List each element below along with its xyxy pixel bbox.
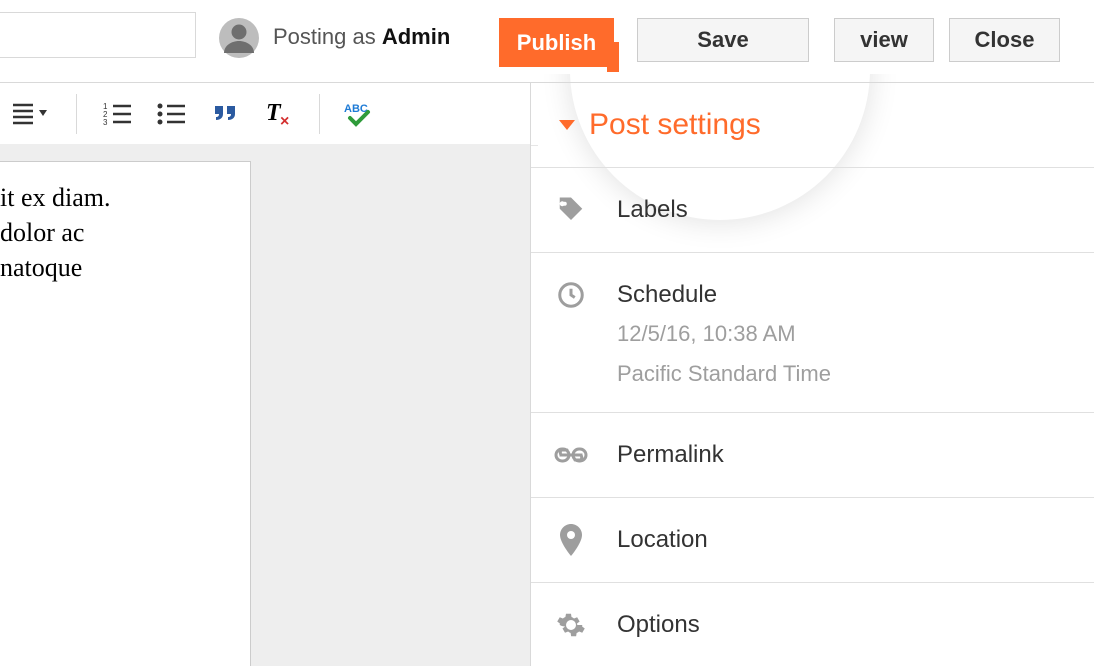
editor-background: it ex diam. dolor ac natoque: [0, 144, 530, 666]
save-button-label: Save: [697, 27, 748, 53]
schedule-tz: Pacific Standard Time: [617, 359, 831, 389]
close-button[interactable]: Close: [949, 18, 1060, 62]
editor-body[interactable]: it ex diam. dolor ac natoque: [0, 161, 251, 666]
bullet-list-button[interactable]: [155, 98, 187, 130]
permalink-label: Permalink: [617, 437, 724, 469]
labels-label: Labels: [617, 192, 688, 224]
editor-line: dolor ac: [0, 215, 250, 250]
schedule-label: Schedule: [617, 277, 831, 309]
link-icon: [553, 437, 589, 473]
location-pin-icon: [553, 522, 589, 558]
post-settings-sidebar: Post settings Labels Schedule 12/5/16, 1…: [530, 82, 1094, 666]
post-settings-title: Post settings: [589, 108, 761, 142]
post-title-input[interactable]: [0, 12, 196, 58]
sidebar-item-labels[interactable]: Labels: [531, 168, 1094, 253]
posting-as-user: Admin: [382, 24, 450, 49]
posting-as-prefix: Posting as: [273, 24, 382, 49]
remove-formatting-button[interactable]: T×: [263, 98, 295, 130]
close-button-label: Close: [975, 27, 1035, 53]
gear-icon: [553, 607, 589, 643]
save-button[interactable]: Save: [637, 18, 809, 62]
editor-toolbar: 123 T× ABC: [0, 82, 538, 146]
toolbar-divider: [319, 94, 320, 134]
spellcheck-button[interactable]: ABC: [344, 98, 376, 130]
sidebar-item-schedule[interactable]: Schedule 12/5/16, 10:38 AM Pacific Stand…: [531, 253, 1094, 413]
tag-icon: [553, 192, 589, 228]
sidebar-item-permalink[interactable]: Permalink: [531, 413, 1094, 498]
editor-line: it ex diam.: [0, 180, 250, 215]
sidebar-item-location[interactable]: Location: [531, 498, 1094, 583]
publish-button[interactable]: Publish: [499, 18, 614, 67]
clock-icon: [553, 277, 589, 313]
svg-text:×: ×: [280, 113, 289, 128]
location-label: Location: [617, 522, 708, 554]
toolbar-divider: [76, 94, 77, 134]
editor-line: natoque: [0, 250, 250, 285]
schedule-time: 12/5/16, 10:38 AM: [617, 319, 831, 349]
blockquote-button[interactable]: [209, 98, 241, 130]
svg-text:3: 3: [103, 118, 108, 126]
editor-pane: 123 T× ABC it ex diam. dolor ac natoque: [0, 82, 530, 666]
publish-button-label: Publish: [517, 30, 596, 56]
preview-button-label: view: [860, 27, 908, 53]
posting-as-label: Posting as Admin: [273, 24, 450, 50]
options-label: Options: [617, 607, 700, 639]
align-button[interactable]: [8, 98, 52, 130]
preview-button[interactable]: view: [834, 18, 934, 62]
caret-down-icon: [559, 120, 575, 130]
avatar: [219, 18, 259, 58]
topbar: Posting as Admin Publish Save view Close: [0, 0, 1094, 74]
sidebar-item-options[interactable]: Options: [531, 583, 1094, 666]
numbered-list-button[interactable]: 123: [101, 98, 133, 130]
post-settings-header[interactable]: Post settings: [531, 82, 1094, 168]
